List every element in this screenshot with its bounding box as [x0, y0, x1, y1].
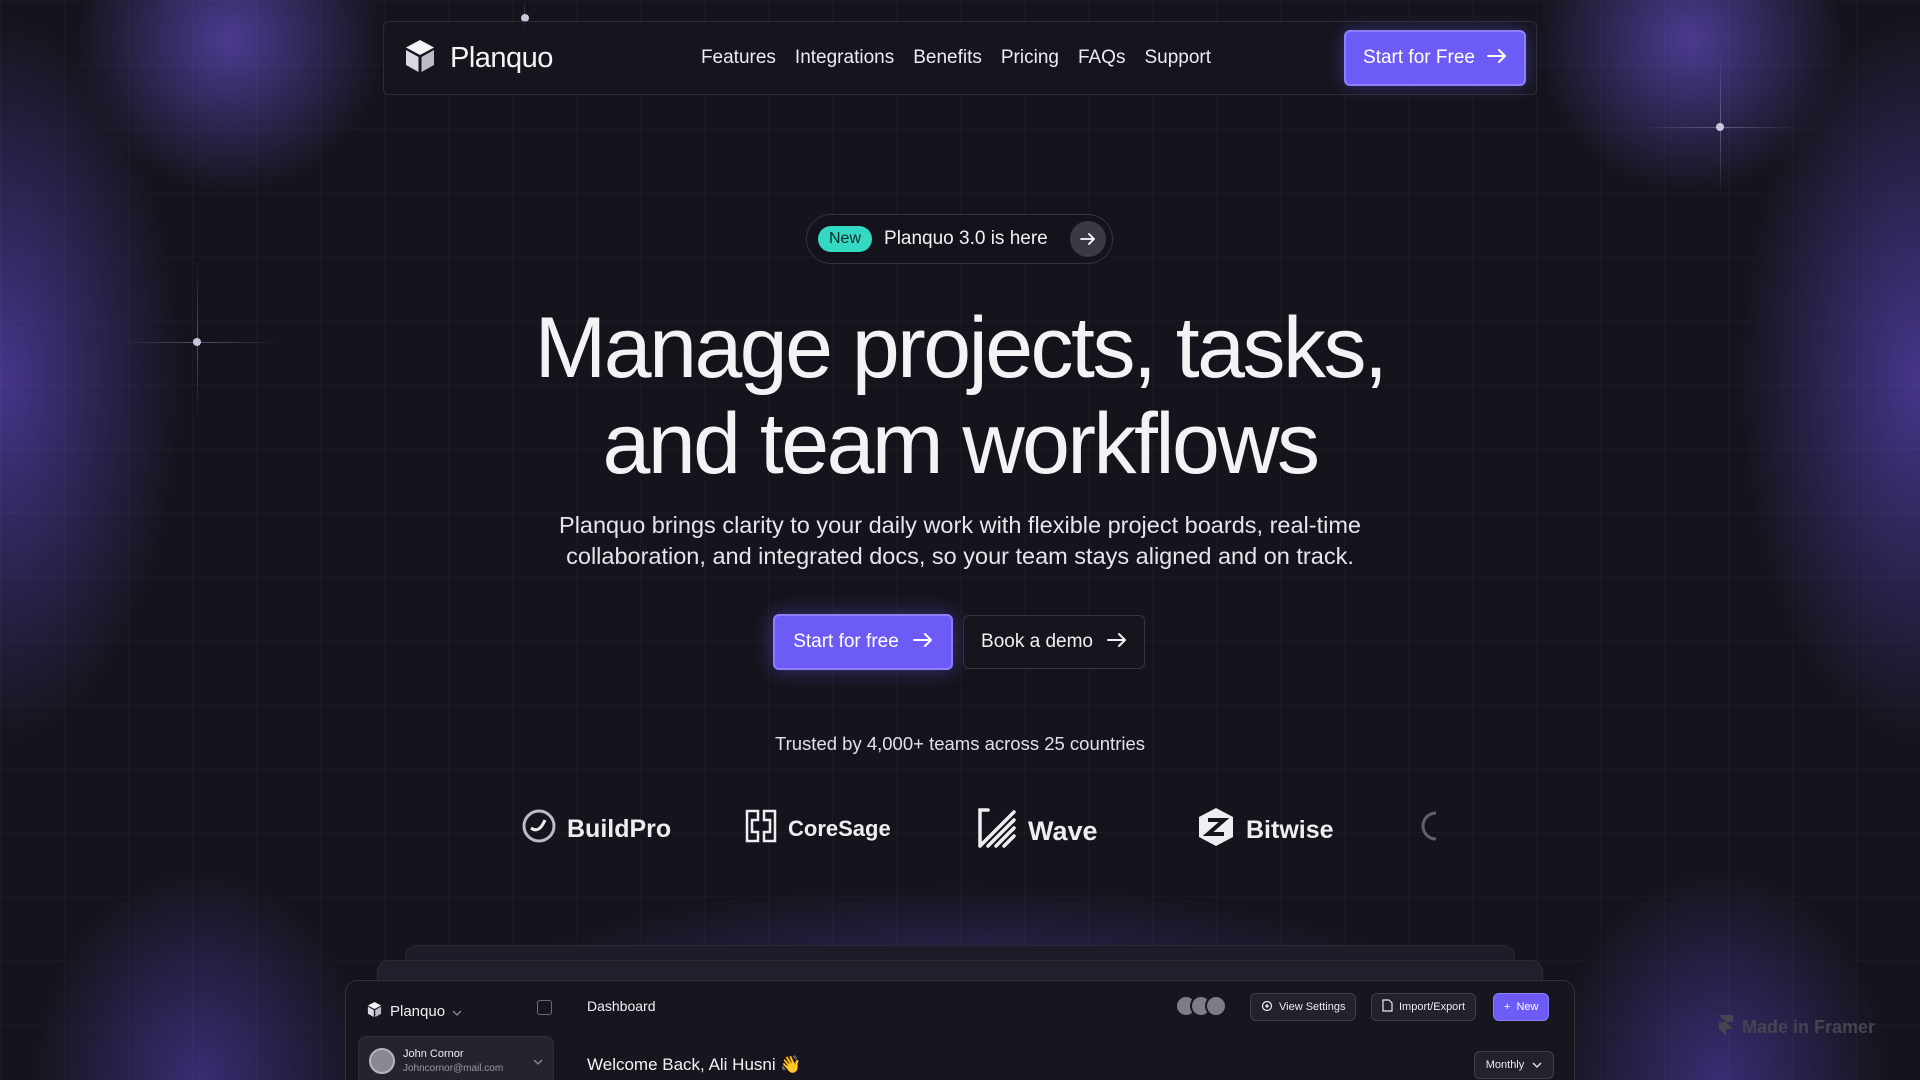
- settings-icon: [1261, 1000, 1273, 1015]
- brand-coresage: CoreSage: [744, 808, 891, 850]
- hero-title-line-1: Manage projects, tasks,: [534, 300, 1388, 396]
- new-button[interactable]: + New: [1493, 993, 1550, 1021]
- user-switcher[interactable]: John Cornor Johncornor@mail.com: [358, 1036, 554, 1080]
- team-avatars[interactable]: [1175, 995, 1227, 1017]
- cube-logo-icon: [402, 38, 438, 79]
- nav-cta-label: Start for Free: [1363, 47, 1475, 68]
- arrow-right-icon: [1486, 47, 1507, 69]
- import-export-label: Import/Export: [1399, 1001, 1466, 1013]
- file-icon: [1382, 999, 1393, 1015]
- arrow-right-icon[interactable]: [1070, 221, 1106, 257]
- sparkle-icon: [193, 338, 201, 346]
- announcement-badge[interactable]: New Planquo 3.0 is here: [806, 214, 1113, 264]
- top-navigation: Planquo Features Integrations Benefits P…: [383, 21, 1537, 95]
- made-in-framer-badge[interactable]: Made in Framer: [1718, 1014, 1875, 1041]
- nav-link-benefits[interactable]: Benefits: [913, 47, 982, 69]
- brand-name: CoreSage: [788, 816, 891, 841]
- nav-link-support[interactable]: Support: [1144, 47, 1211, 69]
- trusted-by-text: Trusted by 4,000+ teams across 25 countr…: [774, 733, 1146, 754]
- brand-logos: BuildPro CoreSage Wave Bitwise: [0, 802, 1920, 852]
- dashboard-preview: Planquo John Cornor Johncornor@mail.com …: [345, 980, 1575, 1080]
- brand-name: Wave: [1028, 816, 1098, 846]
- framer-logo-icon: [1718, 1014, 1734, 1041]
- wave-logo-icon: [976, 806, 1018, 857]
- book-demo-button[interactable]: Book a demo: [963, 615, 1145, 669]
- avatar: [1205, 995, 1227, 1017]
- logo[interactable]: Planquo: [402, 38, 553, 79]
- import-export-button[interactable]: Import/Export: [1371, 993, 1477, 1021]
- hero-subtitle-line-1: Planquo brings clarity to your daily wor…: [559, 512, 1361, 538]
- cube-logo-icon: [366, 1001, 383, 1022]
- brand-name: BuildPro: [567, 815, 672, 843]
- nav-link-pricing[interactable]: Pricing: [1001, 47, 1059, 69]
- avatar: [369, 1048, 395, 1074]
- arrow-right-icon: [1106, 631, 1127, 653]
- view-settings-button[interactable]: View Settings: [1250, 993, 1357, 1021]
- user-info: John Cornor Johncornor@mail.com: [403, 1048, 503, 1074]
- sparkle-icon: [1716, 123, 1724, 131]
- brand-wave: Wave: [976, 806, 1098, 857]
- announcement-text: Planquo 3.0 is here: [884, 228, 1048, 249]
- nav-link-faqs[interactable]: FAQs: [1078, 47, 1126, 69]
- brand-name: Bitwise: [1246, 816, 1334, 844]
- plus-icon: +: [1504, 1001, 1511, 1013]
- chevron-down-icon: [1532, 1059, 1542, 1071]
- start-for-free-label: Start for free: [793, 631, 899, 652]
- chevron-down-icon: [452, 1003, 462, 1020]
- new-label: New: [1516, 1001, 1539, 1013]
- welcome-message: Welcome Back, Ali Husni 👋: [587, 1055, 802, 1074]
- dashboard-page-title: Dashboard: [587, 998, 656, 1014]
- made-in-framer-label: Made in Framer: [1742, 1017, 1876, 1037]
- dashboard-app-name: Planquo: [390, 1003, 446, 1020]
- bitwise-logo-icon: [1196, 806, 1236, 855]
- nav-link-features[interactable]: Features: [701, 47, 776, 69]
- view-settings-label: View Settings: [1279, 1001, 1346, 1013]
- book-demo-label: Book a demo: [981, 631, 1093, 652]
- hero-title-line-2: and team workflows: [602, 396, 1320, 492]
- brand-bitwise: Bitwise: [1196, 806, 1334, 855]
- brand-partial: [1418, 810, 1438, 849]
- logo-name: Planquo: [450, 41, 553, 74]
- nav-links: Features Integrations Benefits Pricing F…: [701, 47, 1211, 69]
- brand-buildpro: BuildPro: [521, 808, 671, 851]
- start-for-free-nav-button[interactable]: Start for Free: [1344, 30, 1526, 86]
- chevron-down-icon: [533, 1052, 543, 1070]
- period-label: Monthly: [1485, 1059, 1525, 1071]
- user-name: John Cornor: [403, 1048, 464, 1060]
- hero-title: Manage projects, tasks, and team workflo…: [460, 300, 1460, 492]
- coresage-logo-icon: [744, 808, 778, 850]
- nav-link-integrations[interactable]: Integrations: [795, 47, 894, 69]
- partial-logo-icon: [1418, 810, 1438, 849]
- dashboard-workspace-switcher[interactable]: Planquo: [366, 1001, 462, 1022]
- buildpro-logo-icon: [521, 808, 557, 851]
- start-for-free-button[interactable]: Start for free: [773, 614, 953, 670]
- hero-subtitle: Planquo brings clarity to your daily wor…: [500, 510, 1420, 572]
- hero-subtitle-line-2: collaboration, and integrated docs, so y…: [566, 543, 1354, 569]
- sidebar-toggle-icon[interactable]: [537, 1000, 552, 1015]
- period-select[interactable]: Monthly: [1474, 1051, 1554, 1079]
- new-tag: New: [818, 226, 873, 252]
- user-email: Johncornor@mail.com: [403, 1063, 504, 1074]
- arrow-right-icon: [912, 631, 933, 653]
